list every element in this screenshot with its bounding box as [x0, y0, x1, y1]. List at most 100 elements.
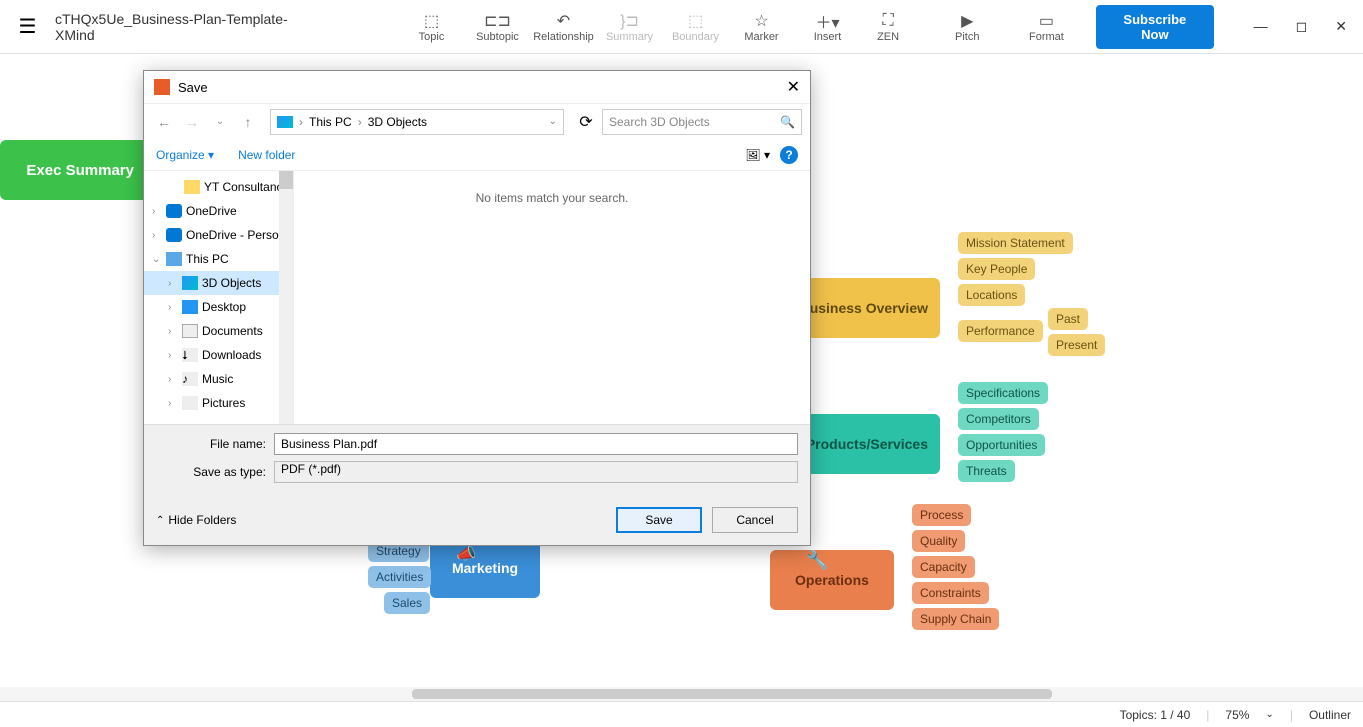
topics-count: Topics: 1 / 40 [1120, 708, 1191, 722]
save-button[interactable]: Save [616, 507, 702, 533]
close-button[interactable]: ✕ [1335, 18, 1347, 35]
dialog-toolbar: Organize ▾ New folder 🖼 ▾ ? [144, 139, 810, 171]
node-exec-summary[interactable]: Exec Summary [0, 140, 150, 200]
chip-process[interactable]: Process [912, 504, 971, 526]
chip-spec[interactable]: Specifications [958, 382, 1048, 404]
tree-thispc[interactable]: ⌄This PC [144, 247, 293, 271]
folder-tree[interactable]: YT Consultancy ›OneDrive ›OneDrive - Per… [144, 171, 294, 424]
pitch-icon: ▶ [961, 11, 973, 31]
document-title: cTHQx5Ue_Business-Plan-Template-XMind [55, 11, 321, 43]
relationship-button[interactable]: ↶Relationship [533, 5, 595, 49]
summary-button: }⊐Summary [599, 5, 661, 49]
nav-forward-button[interactable]: → [180, 110, 204, 134]
topic-icon: ⬚ [424, 11, 439, 31]
maximize-button[interactable]: ◻ [1296, 18, 1308, 35]
dialog-title: Save [178, 80, 208, 95]
organize-button[interactable]: Organize ▾ [156, 148, 214, 162]
chip-mission[interactable]: Mission Statement [958, 232, 1073, 254]
chip-locations[interactable]: Locations [958, 284, 1025, 306]
outliner-button[interactable]: Outliner [1309, 708, 1351, 722]
music-icon: ♪ [182, 372, 198, 386]
boundary-icon: ⬚ [688, 11, 703, 31]
type-select[interactable]: PDF (*.pdf) [274, 461, 798, 483]
chip-comp[interactable]: Competitors [958, 408, 1039, 430]
type-label: Save as type: [156, 465, 266, 479]
scrollbar-thumb[interactable] [412, 689, 1052, 699]
file-list: No items match your search. [294, 171, 810, 424]
tree-downloads[interactable]: ›⭣Downloads [144, 343, 293, 367]
tree-scrollbar[interactable] [279, 171, 293, 424]
nav-back-button[interactable]: ← [152, 110, 176, 134]
cancel-button[interactable]: Cancel [712, 507, 798, 533]
chip-keypeople[interactable]: Key People [958, 258, 1035, 280]
chip-threat[interactable]: Threats [958, 460, 1015, 482]
downloads-icon: ⭣ [182, 348, 198, 362]
window-controls: — ◻ ✕ [1254, 18, 1347, 35]
dialog-bottom: ⌃Hide Folders Save Cancel [144, 497, 810, 545]
chip-performance[interactable]: Performance [958, 320, 1043, 342]
main-toolbar: ⬚Topic ⊏⊐Subtopic ↶Relationship }⊐Summar… [401, 5, 859, 49]
tree-desktop[interactable]: ›Desktop [144, 295, 293, 319]
tree-onedrive-personal[interactable]: ›OneDrive - Person [144, 223, 293, 247]
refresh-button[interactable]: ⟳ [574, 110, 598, 134]
chip-quality[interactable]: Quality [912, 530, 965, 552]
app-titlebar: ☰ cTHQx5Ue_Business-Plan-Template-XMind … [0, 0, 1363, 54]
search-input[interactable]: Search 3D Objects 🔍 [602, 109, 802, 135]
tree-3dobjects[interactable]: ›3D Objects [144, 271, 293, 295]
chip-past[interactable]: Past [1048, 308, 1088, 330]
dialog-fields: File name: Save as type: PDF (*.pdf) [144, 424, 810, 497]
tree-onedrive[interactable]: ›OneDrive [144, 199, 293, 223]
zoom-chevron-icon[interactable]: ⌄ [1265, 709, 1273, 720]
filename-label: File name: [156, 437, 266, 451]
dialog-close-button[interactable]: ✕ [787, 77, 800, 97]
documents-icon [182, 324, 198, 338]
minimize-button[interactable]: — [1254, 18, 1268, 35]
marketing-icon: 📣 [456, 544, 476, 564]
chip-sales[interactable]: Sales [384, 592, 430, 614]
summary-icon: }⊐ [620, 11, 639, 31]
folder-icon [184, 180, 200, 194]
desktop-icon [182, 300, 198, 314]
chip-activities[interactable]: Activities [368, 566, 431, 588]
format-button[interactable]: ▭Format [1017, 5, 1076, 49]
chip-constraints[interactable]: Constraints [912, 582, 989, 604]
zoom-level[interactable]: 75% [1225, 708, 1249, 722]
crumb-chevron-icon[interactable]: ⌄ [549, 116, 557, 127]
tree-yt[interactable]: YT Consultancy [144, 175, 293, 199]
topic-button[interactable]: ⬚Topic [401, 5, 463, 49]
hide-folders-button[interactable]: ⌃Hide Folders [156, 513, 236, 527]
node-marketing[interactable]: Marketing [430, 538, 540, 598]
chip-capacity[interactable]: Capacity [912, 556, 975, 578]
onedrive-icon [166, 204, 182, 218]
toolbar-right: ⛶ZEN ▶Pitch ▭Format Subscribe Now — ◻ ✕ [859, 5, 1356, 49]
subtopic-button[interactable]: ⊏⊐Subtopic [467, 5, 529, 49]
chip-opp[interactable]: Opportunities [958, 434, 1045, 456]
dialog-titlebar: Save ✕ [144, 71, 810, 103]
tree-documents[interactable]: ›Documents [144, 319, 293, 343]
location-icon [277, 116, 293, 128]
subscribe-button[interactable]: Subscribe Now [1096, 5, 1214, 49]
view-icon[interactable]: 🖼 ▾ [745, 148, 770, 162]
node-operations[interactable]: Operations [770, 550, 894, 610]
chip-present[interactable]: Present [1048, 334, 1105, 356]
hamburger-menu[interactable]: ☰ [8, 7, 47, 47]
tree-music[interactable]: ›♪Music [144, 367, 293, 391]
relationship-icon: ↶ [557, 11, 570, 31]
chip-supply[interactable]: Supply Chain [912, 608, 999, 630]
help-icon[interactable]: ? [780, 146, 798, 164]
pc-icon [166, 252, 182, 266]
tree-pictures[interactable]: ›Pictures [144, 391, 293, 415]
breadcrumb[interactable]: › This PC › 3D Objects ⌄ [270, 109, 564, 135]
marker-button[interactable]: ☆Marker [731, 5, 793, 49]
nav-up-button[interactable]: ↑ [236, 110, 260, 134]
new-folder-button[interactable]: New folder [238, 148, 295, 162]
pictures-icon [182, 396, 198, 410]
horizontal-scrollbar[interactable] [0, 687, 1363, 701]
format-icon: ▭ [1039, 11, 1054, 31]
filename-input[interactable] [274, 433, 798, 455]
zen-button[interactable]: ⛶ZEN [859, 5, 918, 49]
nav-history-chevron[interactable]: ⌄ [208, 110, 232, 134]
insert-button[interactable]: ＋▾Insert [797, 5, 859, 49]
pitch-button[interactable]: ▶Pitch [938, 5, 997, 49]
subtopic-icon: ⊏⊐ [484, 11, 511, 31]
